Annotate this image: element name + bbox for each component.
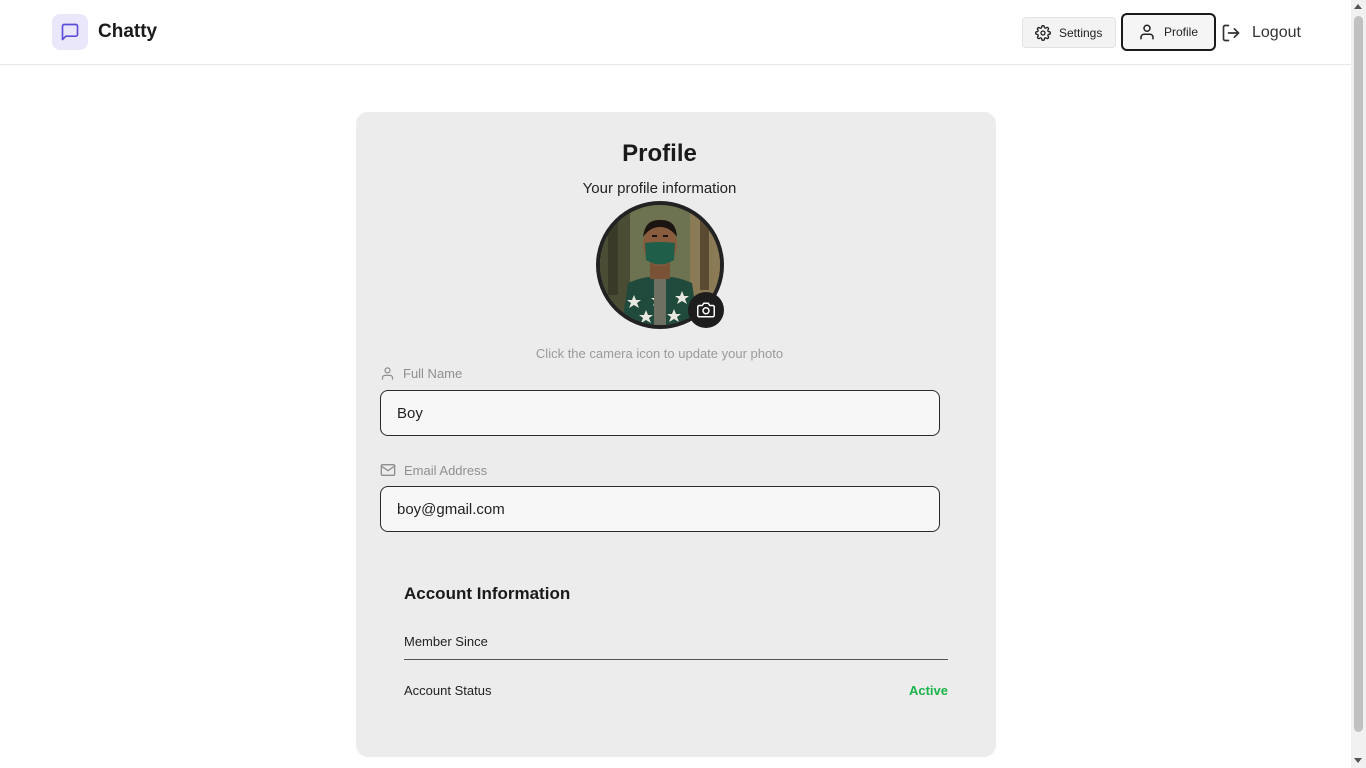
status-badge: Active	[908, 683, 948, 698]
mail-icon	[380, 464, 396, 476]
email-field[interactable]: boy@gmail.com	[380, 486, 940, 532]
user-icon	[381, 367, 394, 380]
profile-button[interactable]: Profile	[1121, 13, 1216, 51]
photo-update-hint: Click the camera icon to update your pho…	[535, 346, 784, 361]
email-label-text: Email Address	[404, 462, 488, 478]
profile-card: Profile Your profile information Click t	[356, 112, 996, 757]
full-name-field[interactable]: Boy	[380, 390, 940, 436]
scroll-up-arrow-icon[interactable]	[1354, 4, 1362, 9]
app-logo[interactable]	[52, 14, 88, 50]
user-icon	[1140, 24, 1154, 40]
scroll-down-arrow-icon[interactable]	[1354, 758, 1362, 763]
full-name-label-text: Full Name	[403, 366, 463, 381]
settings-label: Settings	[1059, 25, 1103, 40]
page-title: Profile	[622, 140, 697, 167]
page-subtitle: Your profile information	[582, 180, 737, 197]
account-information-heading: Account Information	[404, 584, 571, 603]
camera-upload-button[interactable]	[688, 292, 724, 328]
scroll-thumb[interactable]	[1354, 16, 1363, 732]
logout-button[interactable]: Logout	[1221, 20, 1301, 46]
account-status-label: Account Status	[404, 683, 492, 698]
camera-icon	[697, 302, 715, 318]
gear-icon	[1035, 24, 1051, 41]
full-name-label: Full Name	[380, 366, 462, 381]
page-scrollbar[interactable]	[1351, 0, 1366, 768]
email-label: Email Address	[380, 462, 487, 478]
logout-label: Logout	[1252, 24, 1301, 41]
account-status-row: Account Status Active	[404, 683, 948, 698]
profile-label: Profile	[1164, 25, 1199, 39]
logout-icon	[1222, 24, 1240, 42]
app-brand-name[interactable]: Chatty	[98, 21, 157, 43]
member-since-label: Member Since	[404, 634, 488, 649]
top-navbar: Chatty Settings Profile Logout	[0, 0, 1351, 65]
settings-button[interactable]: Settings	[1022, 17, 1116, 48]
message-square-icon	[61, 23, 79, 41]
member-since-row: Member Since	[404, 634, 948, 660]
